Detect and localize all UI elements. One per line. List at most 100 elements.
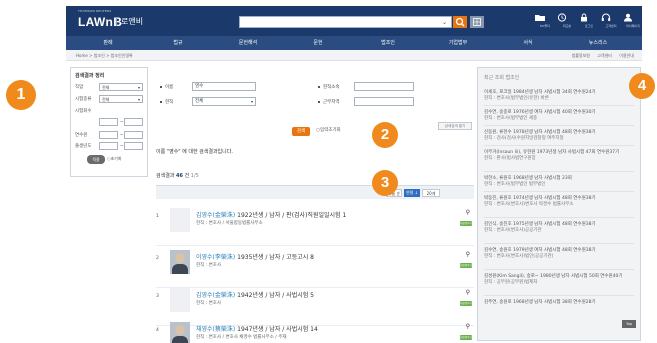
lawyer-name-link[interactable]: 김영수(金榮洙) bbox=[196, 292, 235, 299]
birth-year-from-input[interactable] bbox=[99, 142, 118, 150]
header-user[interactable]: 마이페이지 bbox=[622, 13, 644, 33]
lawyer-info: 1942년생 / 남자 / 사법시험 5 bbox=[235, 292, 314, 299]
result-row[interactable]: 1 김영수(金榮洙) 1922년생 / 남자 / 판(검사)직원일일시험 1 현… bbox=[156, 206, 474, 246]
callout-2: 2 bbox=[372, 122, 398, 148]
header-lock[interactable]: 로그인 bbox=[578, 13, 600, 33]
filter-reset-button[interactable]: ○초기화 bbox=[107, 156, 122, 162]
divider bbox=[484, 105, 634, 106]
profile-badge[interactable]: 대한법학사 bbox=[460, 335, 472, 340]
institute-from-input[interactable] bbox=[99, 131, 118, 139]
lawyer-info: 1935년생 / 남자 / 고등고시 8 bbox=[235, 254, 314, 261]
recent-item[interactable]: 신동원, 류현수 1978년생 남자 사법시험 48회 연수원38기 현직 : 검… bbox=[484, 130, 636, 142]
recent-item[interactable]: 박한소, 류원호 1968년생 남자 사법시험 23회 현직 : 변호사(법무법인… bbox=[484, 176, 636, 188]
profile-badge[interactable]: 대한법학사 bbox=[460, 301, 472, 306]
search-submit-button[interactable]: 검색 bbox=[292, 127, 310, 136]
filter-exam-select[interactable]: 전체 ▾ bbox=[99, 95, 143, 103]
recent-item[interactable]: 이세호, 로크일 1984년생 남자 사법시험 34회 연수원24기 현직 : 변… bbox=[484, 90, 636, 102]
nav-item-forms[interactable]: 서식 bbox=[498, 39, 558, 46]
zoom-icon[interactable]: ⚲ bbox=[466, 289, 470, 296]
job-select[interactable]: 전체 ▾ bbox=[192, 97, 256, 106]
nav-item-news[interactable]: 뉴스리스 bbox=[568, 39, 628, 46]
search-input[interactable]: ⌄ bbox=[239, 16, 452, 28]
search-button[interactable] bbox=[453, 16, 467, 28]
office-input[interactable] bbox=[354, 82, 414, 91]
row-description: 현직 : 변호사 bbox=[196, 263, 222, 268]
profile-photo bbox=[170, 250, 190, 274]
divider bbox=[484, 217, 634, 218]
recent-item[interactable]: 김수연, 송원호 1979년생 여자 사법시험 48회 연수원38기 현직 : 변… bbox=[484, 248, 636, 260]
profile-photo-placeholder bbox=[170, 288, 190, 312]
logo-subtitle: 로앤비 bbox=[121, 17, 144, 26]
profile-badge[interactable]: 대한법학사 bbox=[460, 263, 472, 268]
folder-icon bbox=[535, 15, 545, 21]
nav-item-literature[interactable]: 문헌 bbox=[288, 39, 348, 46]
sort-by-age-button[interactable]: 연령 ↓ bbox=[404, 189, 420, 197]
header-headset[interactable]: 고객센터 bbox=[600, 13, 622, 33]
row-title: 김영수(金榮洙) 1942년생 / 남자 / 사법시험 5 bbox=[196, 290, 314, 299]
recent-item[interactable]: 이무거(Insaun lii), 유현원 1973년생 남자 사법시험 47회 … bbox=[484, 150, 636, 162]
lawyer-name-link[interactable]: 채영수(蔡榮洙) bbox=[196, 326, 235, 333]
row-number: 1 bbox=[156, 214, 159, 219]
job-label-text: 현직 bbox=[165, 100, 174, 105]
recent-item[interactable]: 김주연, 송원로 1968년생 남자 사법시험 38회 연수원28기 bbox=[484, 300, 636, 306]
user-label: 마이페이지 bbox=[626, 24, 640, 28]
filter-label-exam: 시험종류 bbox=[75, 97, 92, 102]
institute-to-input[interactable] bbox=[124, 131, 143, 139]
divider bbox=[484, 191, 634, 192]
filter-panel-title: 검색결과 정리 bbox=[75, 73, 105, 79]
lawyer-name-link[interactable]: 이영수(李榮洙) bbox=[196, 254, 235, 261]
row-number: 2 bbox=[156, 256, 159, 261]
top-header: THOMSON REUTERS LAWnB 로앤비 ⌄ MY폴더 최근본 로그인… bbox=[66, 6, 642, 36]
recent-item-line2: 현직 : 변호사(법무법인(유한) 바른 bbox=[484, 96, 549, 101]
result-row[interactable]: 4 채영수(蔡榮洙) 1947년생 / 남자 / 사법시험 14 현직 : 변호… bbox=[156, 320, 474, 343]
utility-link[interactable]: 이용안내 bbox=[619, 53, 634, 58]
filter-label-job: 직업 bbox=[75, 85, 84, 90]
nav-item-lawyers[interactable]: 법조인 bbox=[358, 39, 418, 46]
filter-label-birth-year: 출생년도 bbox=[75, 144, 92, 149]
zoom-icon[interactable]: ⚲ bbox=[466, 209, 470, 216]
nav-item-cases[interactable]: 판례 bbox=[78, 39, 138, 46]
form-reset-button[interactable]: ○입력초기화 bbox=[316, 127, 341, 133]
divider bbox=[484, 125, 634, 126]
filter-job-select[interactable]: 전체 ▾ bbox=[99, 83, 143, 91]
clock-icon bbox=[557, 13, 567, 22]
utility-link[interactable]: 고객센터 bbox=[597, 53, 612, 58]
job-label: 현직 bbox=[160, 99, 173, 105]
recent-item[interactable]: 박동진, 류원호 1974년생 남자 사법시험 48회 연수원38기 현직 : 변… bbox=[484, 196, 636, 208]
birth-year-to-input[interactable] bbox=[124, 142, 143, 150]
profile-photo-placeholder bbox=[170, 208, 190, 232]
lawyer-name-link[interactable]: 김영수(金榮洙) bbox=[196, 212, 235, 219]
recent-item[interactable]: 김인식, 송진호 1975년생 남자 사법시험 48회 연수원38기 현직 : 변… bbox=[484, 222, 636, 234]
nav-item-laws[interactable]: 법규 bbox=[148, 39, 208, 46]
filter-panel: 검색결과 정리 직업 전체 ▾ 시험종류 전체 ▾ 시험회수 ~ 연수원 ~ 출… bbox=[70, 67, 148, 177]
nav-item-corporate[interactable]: 기업법무 bbox=[428, 39, 488, 46]
profile-badge[interactable]: 대한법학사 bbox=[460, 221, 472, 226]
zoom-icon[interactable]: ⚲ bbox=[466, 251, 470, 258]
exam-round-from-input[interactable] bbox=[99, 118, 118, 126]
chevron-down-icon: ▾ bbox=[250, 99, 253, 104]
zoom-icon[interactable]: ⚲ bbox=[466, 323, 470, 330]
chevron-down-icon[interactable]: ⌄ bbox=[442, 19, 447, 26]
callout-1: 1 bbox=[6, 80, 36, 110]
recent-item-line2: 현직 : 판사(법사법연구원장 bbox=[484, 156, 536, 161]
menu-grid-button[interactable] bbox=[470, 16, 484, 28]
filter-apply-button[interactable]: 적용 bbox=[87, 155, 105, 164]
recent-item-line2: 현직 : 변호사(변호사)변호사 박경수 법률사무소 bbox=[484, 202, 574, 207]
region-input[interactable] bbox=[354, 97, 414, 106]
advanced-search-button[interactable]: 상세검색 열기 bbox=[438, 122, 472, 130]
header-clock[interactable]: 최근본 bbox=[556, 13, 578, 33]
utility-link[interactable]: 법률정보원 bbox=[572, 53, 590, 58]
result-count-prefix: 검색결과 bbox=[156, 173, 175, 179]
result-row[interactable]: 2 이영수(李榮洙) 1935년생 / 남자 / 고등고시 8 현직 : 변호사… bbox=[156, 248, 474, 288]
exam-round-to-input[interactable] bbox=[124, 118, 143, 126]
scroll-top-button[interactable]: Top bbox=[622, 320, 636, 328]
per-page-select[interactable]: 20개 bbox=[422, 189, 440, 197]
nav-item-interpretation[interactable]: 문헌해석 bbox=[218, 39, 278, 46]
recent-item[interactable]: 김성원(Kim Sangil), 송로~ 1980년생 남자 사법시험 50회 … bbox=[484, 274, 636, 286]
result-page: 1/5 bbox=[190, 173, 199, 179]
header-folder[interactable]: MY폴더 bbox=[534, 13, 556, 33]
recent-item[interactable]: 김수연, 송중로 1976년생 여자 사법시험 40회 연수원30기 현직 : 변… bbox=[484, 110, 636, 122]
recent-item-line1: 김주연, 송원로 1968년생 남자 사법시험 38회 연수원28기 bbox=[484, 300, 596, 305]
name-input[interactable]: 영수 bbox=[192, 82, 256, 91]
recent-panel-title: 최근 조회 법조인 bbox=[484, 75, 520, 81]
